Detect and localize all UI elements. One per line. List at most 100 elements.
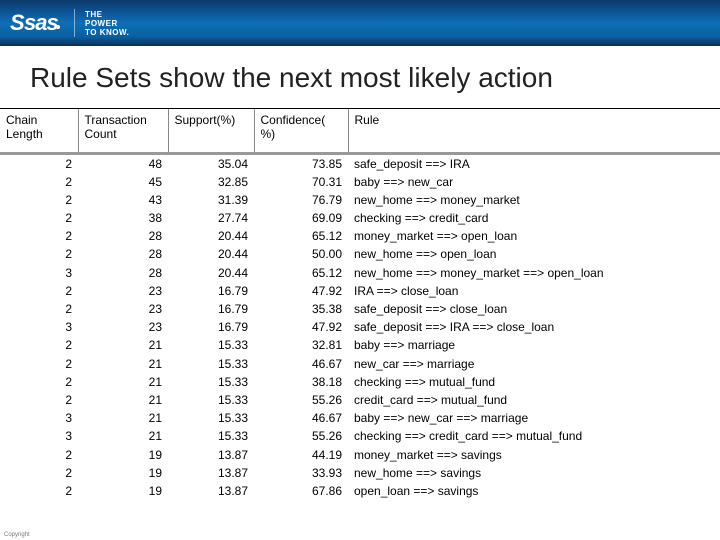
cell-confidence: 76.79	[254, 191, 348, 209]
cell-chain: 2	[0, 482, 78, 500]
cell-count: 48	[78, 153, 168, 173]
table-row[interactable]: 23827.7469.09checking ==> credit_card	[0, 209, 720, 227]
table-row[interactable]: 22115.3346.67new_car ==> marriage	[0, 355, 720, 373]
cell-rule: credit_card ==> mutual_fund	[348, 391, 720, 409]
cell-confidence: 35.38	[254, 300, 348, 318]
table-row[interactable]: 24532.8570.31baby ==> new_car	[0, 173, 720, 191]
cell-count: 28	[78, 264, 168, 282]
col-header-rule[interactable]: Rule	[348, 109, 720, 153]
col-header-confidence[interactable]: Confidence( %)	[254, 109, 348, 153]
cell-confidence: 67.86	[254, 482, 348, 500]
table-row[interactable]: 22115.3338.18checking ==> mutual_fund	[0, 373, 720, 391]
cell-chain: 3	[0, 427, 78, 445]
cell-rule: money_market ==> savings	[348, 446, 720, 464]
cell-chain: 2	[0, 227, 78, 245]
brand-logo: S sas THE POWER TO KNOW.	[10, 9, 129, 37]
table-row[interactable]: 22316.7947.92IRA ==> close_loan	[0, 282, 720, 300]
cell-rule: baby ==> new_car ==> marriage	[348, 409, 720, 427]
cell-confidence: 44.19	[254, 446, 348, 464]
page-title: Rule Sets show the next most likely acti…	[0, 46, 720, 108]
table-row[interactable]: 21913.8767.86open_loan ==> savings	[0, 482, 720, 500]
cell-confidence: 50.00	[254, 245, 348, 263]
cell-support: 15.33	[168, 427, 254, 445]
cell-chain: 2	[0, 282, 78, 300]
cell-rule: safe_deposit ==> close_loan	[348, 300, 720, 318]
table-row[interactable]: 22820.4450.00new_home ==> open_loan	[0, 245, 720, 263]
cell-rule: open_loan ==> savings	[348, 482, 720, 500]
cell-confidence: 65.12	[254, 264, 348, 282]
cell-count: 43	[78, 191, 168, 209]
cell-confidence: 47.92	[254, 318, 348, 336]
cell-chain: 2	[0, 153, 78, 173]
cell-chain: 2	[0, 300, 78, 318]
col-header-count[interactable]: Transaction Count	[78, 109, 168, 153]
table-row[interactable]: 24835.0473.85safe_deposit ==> IRA	[0, 153, 720, 173]
cell-count: 21	[78, 355, 168, 373]
cell-rule: money_market ==> open_loan	[348, 227, 720, 245]
cell-count: 19	[78, 464, 168, 482]
cell-support: 16.79	[168, 282, 254, 300]
svg-text:S: S	[10, 11, 25, 35]
cell-count: 23	[78, 300, 168, 318]
cell-chain: 3	[0, 318, 78, 336]
cell-confidence: 55.26	[254, 427, 348, 445]
copyright-text: Copyright	[4, 532, 30, 538]
cell-count: 38	[78, 209, 168, 227]
cell-count: 19	[78, 446, 168, 464]
cell-rule: safe_deposit ==> IRA ==> close_loan	[348, 318, 720, 336]
cell-chain: 2	[0, 373, 78, 391]
cell-count: 21	[78, 373, 168, 391]
cell-support: 20.44	[168, 264, 254, 282]
cell-rule: baby ==> marriage	[348, 336, 720, 354]
table-row[interactable]: 22316.7935.38safe_deposit ==> close_loan	[0, 300, 720, 318]
cell-rule: baby ==> new_car	[348, 173, 720, 191]
cell-support: 16.79	[168, 318, 254, 336]
table-row[interactable]: 24331.3976.79new_home ==> money_market	[0, 191, 720, 209]
cell-confidence: 73.85	[254, 153, 348, 173]
ruleset-table: Chain Length Transaction Count Support(%…	[0, 109, 720, 500]
brand-banner: S sas THE POWER TO KNOW.	[0, 0, 720, 46]
logo-tagline: THE POWER TO KNOW.	[85, 10, 129, 37]
table-row[interactable]: 22115.3332.81baby ==> marriage	[0, 336, 720, 354]
cell-chain: 2	[0, 391, 78, 409]
cell-count: 23	[78, 282, 168, 300]
cell-rule: new_home ==> money_market	[348, 191, 720, 209]
table-row[interactable]: 21913.8744.19money_market ==> savings	[0, 446, 720, 464]
cell-chain: 2	[0, 209, 78, 227]
table-row[interactable]: 32115.3355.26checking ==> credit_card ==…	[0, 427, 720, 445]
cell-confidence: 38.18	[254, 373, 348, 391]
cell-count: 21	[78, 427, 168, 445]
cell-rule: new_home ==> open_loan	[348, 245, 720, 263]
cell-count: 45	[78, 173, 168, 191]
cell-confidence: 33.93	[254, 464, 348, 482]
cell-support: 15.33	[168, 355, 254, 373]
cell-support: 15.33	[168, 391, 254, 409]
cell-confidence: 65.12	[254, 227, 348, 245]
cell-chain: 2	[0, 336, 78, 354]
cell-confidence: 47.92	[254, 282, 348, 300]
cell-support: 20.44	[168, 227, 254, 245]
table-row[interactable]: 22820.4465.12money_market ==> open_loan	[0, 227, 720, 245]
table-row[interactable]: 22115.3355.26credit_card ==> mutual_fund	[0, 391, 720, 409]
cell-confidence: 69.09	[254, 209, 348, 227]
cell-support: 20.44	[168, 245, 254, 263]
cell-chain: 2	[0, 173, 78, 191]
cell-count: 19	[78, 482, 168, 500]
cell-rule: new_car ==> marriage	[348, 355, 720, 373]
col-header-support[interactable]: Support(%)	[168, 109, 254, 153]
cell-rule: IRA ==> close_loan	[348, 282, 720, 300]
table-row[interactable]: 32115.3346.67baby ==> new_car ==> marria…	[0, 409, 720, 427]
cell-support: 13.87	[168, 446, 254, 464]
col-header-chain[interactable]: Chain Length	[0, 109, 78, 153]
table-row[interactable]: 32316.7947.92safe_deposit ==> IRA ==> cl…	[0, 318, 720, 336]
cell-support: 13.87	[168, 482, 254, 500]
cell-support: 15.33	[168, 409, 254, 427]
cell-support: 15.33	[168, 336, 254, 354]
cell-count: 23	[78, 318, 168, 336]
cell-rule: new_home ==> savings	[348, 464, 720, 482]
cell-chain: 2	[0, 464, 78, 482]
cell-rule: new_home ==> money_market ==> open_loan	[348, 264, 720, 282]
cell-rule: safe_deposit ==> IRA	[348, 153, 720, 173]
table-row[interactable]: 32820.4465.12new_home ==> money_market =…	[0, 264, 720, 282]
table-row[interactable]: 21913.8733.93new_home ==> savings	[0, 464, 720, 482]
